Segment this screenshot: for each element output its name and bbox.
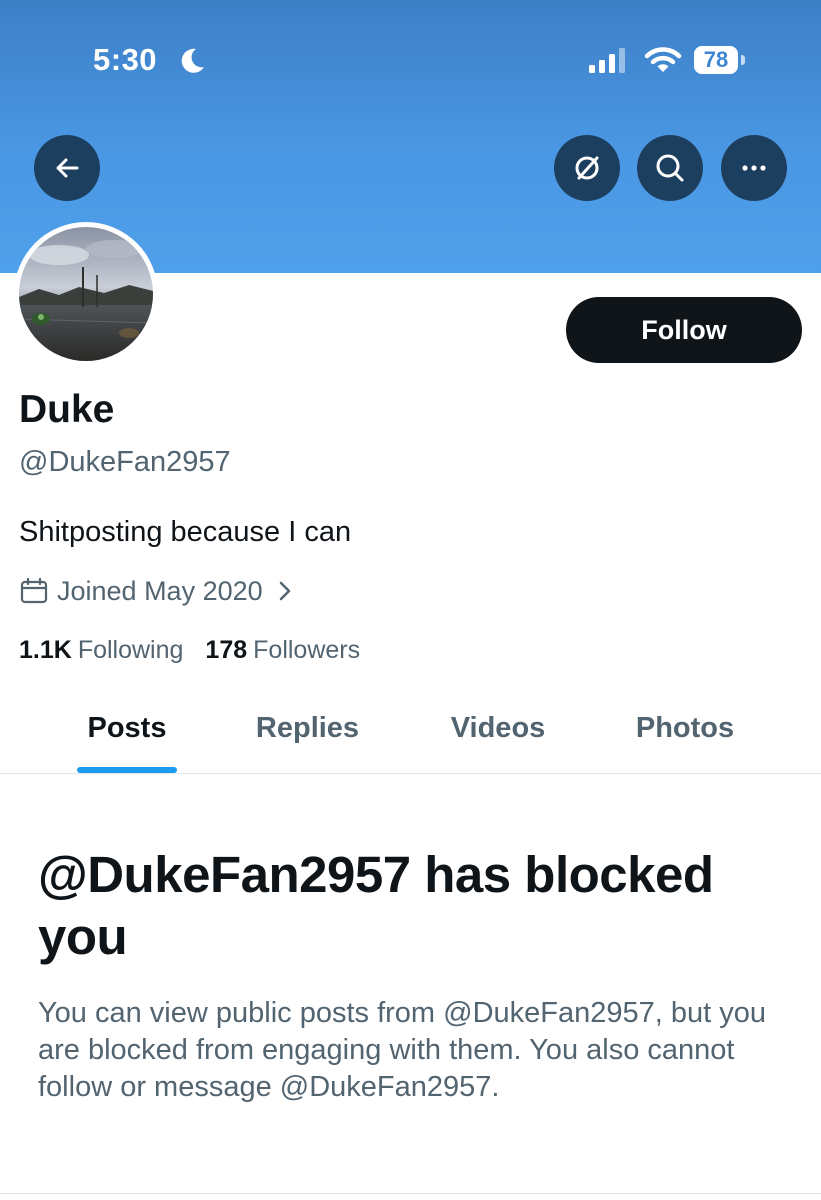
chevron-right-icon [279, 581, 290, 601]
following-link[interactable]: 1.1K Following [19, 632, 183, 668]
joined-date-row[interactable]: Joined May 2020 [19, 573, 295, 609]
back-button[interactable] [34, 135, 100, 201]
battery-nub [741, 55, 745, 65]
cellular-signal-icon [589, 48, 625, 73]
more-button[interactable] [721, 135, 787, 201]
search-button[interactable] [637, 135, 703, 201]
followers-link[interactable]: 178 Followers [205, 632, 360, 668]
avatar-landscape-image [19, 227, 153, 361]
tab-videos[interactable]: Videos [433, 708, 563, 748]
follow-button[interactable]: Follow [566, 297, 802, 363]
wifi-icon [644, 47, 682, 72]
search-icon [656, 154, 684, 182]
profile-bio: Shitposting because I can [19, 516, 352, 548]
status-time: 5:30 [93, 42, 158, 77]
blocked-description: You can view public posts from @DukeFan2… [38, 997, 767, 1103]
arrow-left-icon [56, 158, 79, 178]
followers-count: 178 [205, 636, 248, 664]
tabs-divider [0, 773, 821, 774]
grok-button[interactable] [554, 135, 620, 201]
display-name: Duke [19, 388, 115, 431]
follow-stats: 1.1K Following 178 Followers [19, 632, 360, 668]
joined-date: Joined May 2020 [57, 576, 263, 606]
avatar[interactable] [19, 227, 153, 361]
following-label: Following [77, 636, 184, 664]
calendar-icon [20, 577, 48, 604]
tab-photos[interactable]: Photos [620, 708, 750, 748]
battery-indicator: 78 [694, 46, 745, 74]
followers-label: Followers [253, 636, 361, 664]
tab-replies[interactable]: Replies [240, 708, 375, 748]
grok-icon [575, 156, 599, 180]
bottom-divider [0, 1193, 821, 1194]
blocked-title: @DukeFan2957 has blocked you [38, 846, 714, 965]
following-count: 1.1K [19, 636, 72, 664]
tab-posts[interactable]: Posts [72, 708, 182, 748]
profile-handle: @DukeFan2957 [19, 446, 231, 478]
moon-icon [181, 48, 204, 73]
battery-level: 78 [694, 46, 738, 74]
more-horizontal-icon [742, 165, 766, 171]
